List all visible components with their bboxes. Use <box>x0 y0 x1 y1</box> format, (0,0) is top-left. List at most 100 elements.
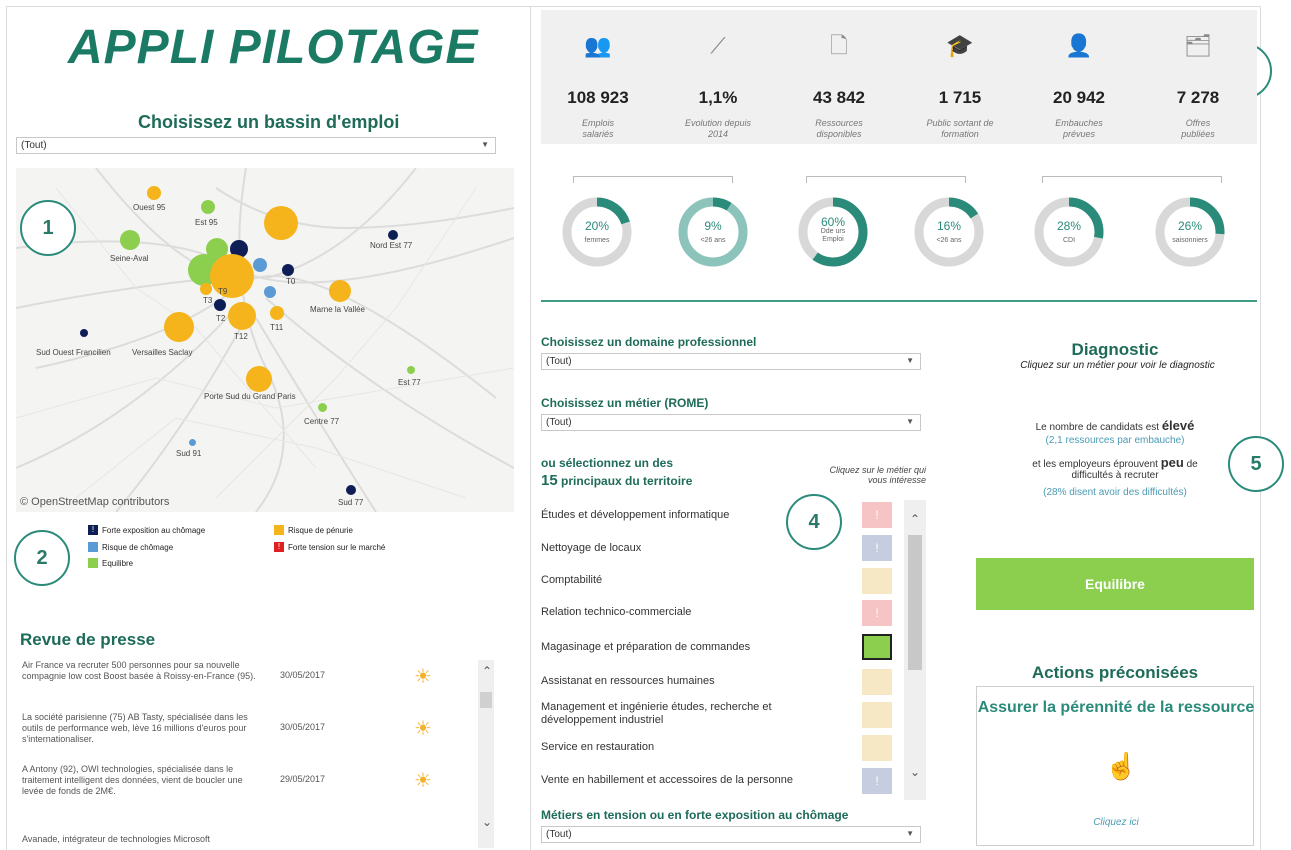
bubble-center-blue-1[interactable] <box>253 258 267 272</box>
press-scroll-thumb[interactable] <box>480 692 492 708</box>
bubble-marne-la-vallee[interactable] <box>329 280 351 302</box>
kpi-label: Ressources disponibles <box>815 118 863 139</box>
bubble-sud-77[interactable] <box>346 485 356 495</box>
kpi-label: Offres publiées <box>1181 118 1215 139</box>
map-label-est-77: Est 77 <box>398 378 421 387</box>
press-item[interactable]: A Antony (92), OWI technologies, spécial… <box>22 764 482 804</box>
status-equilibre-button[interactable]: Equilibre <box>976 558 1254 610</box>
bubble-est-77[interactable] <box>407 366 415 374</box>
kpi-emplois: 👥 108 923 Emplois salariés <box>543 22 653 140</box>
job-row[interactable]: Nettoyage de locaux <box>541 542 859 555</box>
metier-dropdown[interactable]: (Tout) ▼ <box>541 414 921 431</box>
donut-sub: femmes <box>584 237 610 244</box>
domain-selected: (Tout) <box>546 356 572 367</box>
chevron-up-icon[interactable]: ⌃ <box>910 512 920 526</box>
bubble-seine-aval[interactable] <box>120 230 140 250</box>
kpi-value: 1,1% <box>698 88 738 107</box>
job-status-box-selected[interactable] <box>862 634 892 660</box>
bubble-porte-sud[interactable] <box>246 366 272 392</box>
bubble-t3[interactable] <box>200 283 212 295</box>
diagnostic-line-3-text: et les employeurs éprouvent <box>1032 459 1158 470</box>
chevron-down-icon[interactable]: ⌄ <box>482 815 492 829</box>
job-status-box[interactable] <box>862 669 892 695</box>
press-item[interactable]: La société parisienne (75) AB Tasty, spé… <box>22 712 482 752</box>
left-border <box>6 6 7 850</box>
map-label-versailles-saclay: Versailles Saclay <box>132 348 193 357</box>
tension-dropdown[interactable]: (Tout) ▼ <box>541 826 921 843</box>
press-item[interactable]: Air France va recruter 500 personnes pou… <box>22 660 482 700</box>
donut-deurs-emploi: 60% Dde urs Emploi <box>797 196 869 268</box>
bubble-center-orange-1[interactable] <box>264 206 298 240</box>
bubble-t11[interactable] <box>270 306 284 320</box>
job-row[interactable]: Vente en habillement et accessoires de l… <box>541 774 859 787</box>
diagnostic-line-3-post: de <box>1186 459 1198 470</box>
bubble-center-orange-2[interactable] <box>210 254 254 298</box>
map-label-est-95: Est 95 <box>195 218 218 227</box>
top-list-hint: Cliquez sur le métier qui vous intéresse <box>829 465 926 485</box>
job-status-box[interactable]: ! <box>862 768 892 794</box>
action-card-link[interactable]: Cliquez ici <box>977 817 1255 828</box>
donut-value: 60% <box>820 215 846 229</box>
job-row[interactable]: Service en restauration <box>541 741 859 754</box>
bubble-t3-navy[interactable] <box>214 299 226 311</box>
diagnostic-line-1-text: Le nombre de candidats est <box>1035 422 1160 433</box>
bubble-versailles-saclay[interactable] <box>164 312 194 342</box>
job-row[interactable]: Relation technico-commerciale <box>541 606 859 619</box>
hand-pointer-icon[interactable]: ☝ <box>1105 751 1137 782</box>
press-heading: Revue de presse <box>20 630 156 649</box>
chevron-up-icon[interactable]: ⌃ <box>482 664 492 678</box>
bubble-sud-91[interactable] <box>189 439 196 446</box>
action-card[interactable]: Assurer la pérennité de la ressource ☝ C… <box>976 686 1254 846</box>
diagnostic-line-3: et les employeurs éprouvent peu de <box>980 455 1250 470</box>
job-row[interactable]: Études et développement informatique <box>541 509 859 522</box>
press-item-text: Avanade, intégrateur de technologies Mic… <box>22 834 210 844</box>
kpi-embauches: 👤 20 942 Embauches prévues <box>1024 22 1134 140</box>
donut-sub: saisonniers <box>1172 237 1208 244</box>
job-row[interactable]: Management et ingénierie études, recherc… <box>541 701 831 727</box>
map-label-centre-77: Centre 77 <box>304 417 340 426</box>
top-list-suffix: principaux du territoire <box>561 474 693 488</box>
job-status-box[interactable]: ! <box>862 502 892 528</box>
job-status-box[interactable]: ! <box>862 600 892 626</box>
diagnostic-subtitle: Cliquez sur un métier pour voir le diagn… <box>1020 360 1215 371</box>
job-status-box[interactable] <box>862 735 892 761</box>
bubble-t2[interactable] <box>228 302 256 330</box>
job-offer-icon: 🗂 <box>1184 33 1212 58</box>
bubble-center-blue-2[interactable] <box>264 286 276 298</box>
bubble-t9[interactable] <box>282 264 294 276</box>
job-status-box[interactable] <box>862 702 892 728</box>
metier-selected: (Tout) <box>546 417 572 428</box>
bubble-est-95[interactable] <box>201 200 215 214</box>
diagnostic-line-4: difficultés à recruter <box>1071 470 1159 481</box>
chevron-down-icon[interactable]: ⌄ <box>910 765 920 779</box>
bassin-dropdown[interactable]: (Tout) ▼ <box>16 137 496 154</box>
legend-label-equilibre: Equilibre <box>102 558 134 568</box>
bubble-centre-77[interactable] <box>318 403 327 412</box>
bubble-ouest-95[interactable] <box>147 186 161 200</box>
job-row[interactable]: Comptabilité <box>541 574 859 587</box>
job-row[interactable]: Assistanat en ressources humaines <box>541 675 859 688</box>
callout-2: 2 <box>14 530 70 586</box>
kpi-label: Evolution depuis 2014 <box>684 118 752 139</box>
job-status-box[interactable] <box>862 568 892 594</box>
job-row[interactable]: Magasinage et préparation de commandes <box>541 641 859 654</box>
action-card-title: Assurer la pérennité de la ressource <box>977 699 1255 716</box>
kpi-formation: 🎓 1 715 Public sortant de formation <box>905 22 1015 140</box>
domain-label: Choisissez un domaine professionnel <box>541 335 757 349</box>
press-item[interactable]: Avanade, intégrateur de technologies Mic… <box>22 834 482 850</box>
press-item-text: A Antony (92), OWI technologies, spécial… <box>22 764 243 796</box>
press-item-date: 30/05/2017 <box>280 670 326 680</box>
bubble-sud-ouest-francilien[interactable] <box>80 329 88 337</box>
domain-dropdown[interactable]: (Tout) ▼ <box>541 353 921 370</box>
map-label-t0: T0 <box>286 277 296 286</box>
graduation-icon: 🎓 <box>946 33 974 58</box>
map-label-porte-sud: Porte Sud du Grand Paris <box>204 392 296 401</box>
chevron-down-icon: ▼ <box>481 140 489 149</box>
map-attribution: © OpenStreetMap contributors <box>20 496 170 508</box>
bubble-nord-est-77[interactable] <box>388 230 398 240</box>
job-status-box[interactable]: ! <box>862 535 892 561</box>
job-list-scroll-thumb[interactable] <box>908 535 922 670</box>
map[interactable]: Ouest 95 Est 95 Seine-Aval Nord Est 77 T… <box>16 168 514 512</box>
map-label-marne-la-vallee: Marne la Vallée <box>310 305 365 314</box>
chevron-down-icon: ▼ <box>906 417 914 426</box>
